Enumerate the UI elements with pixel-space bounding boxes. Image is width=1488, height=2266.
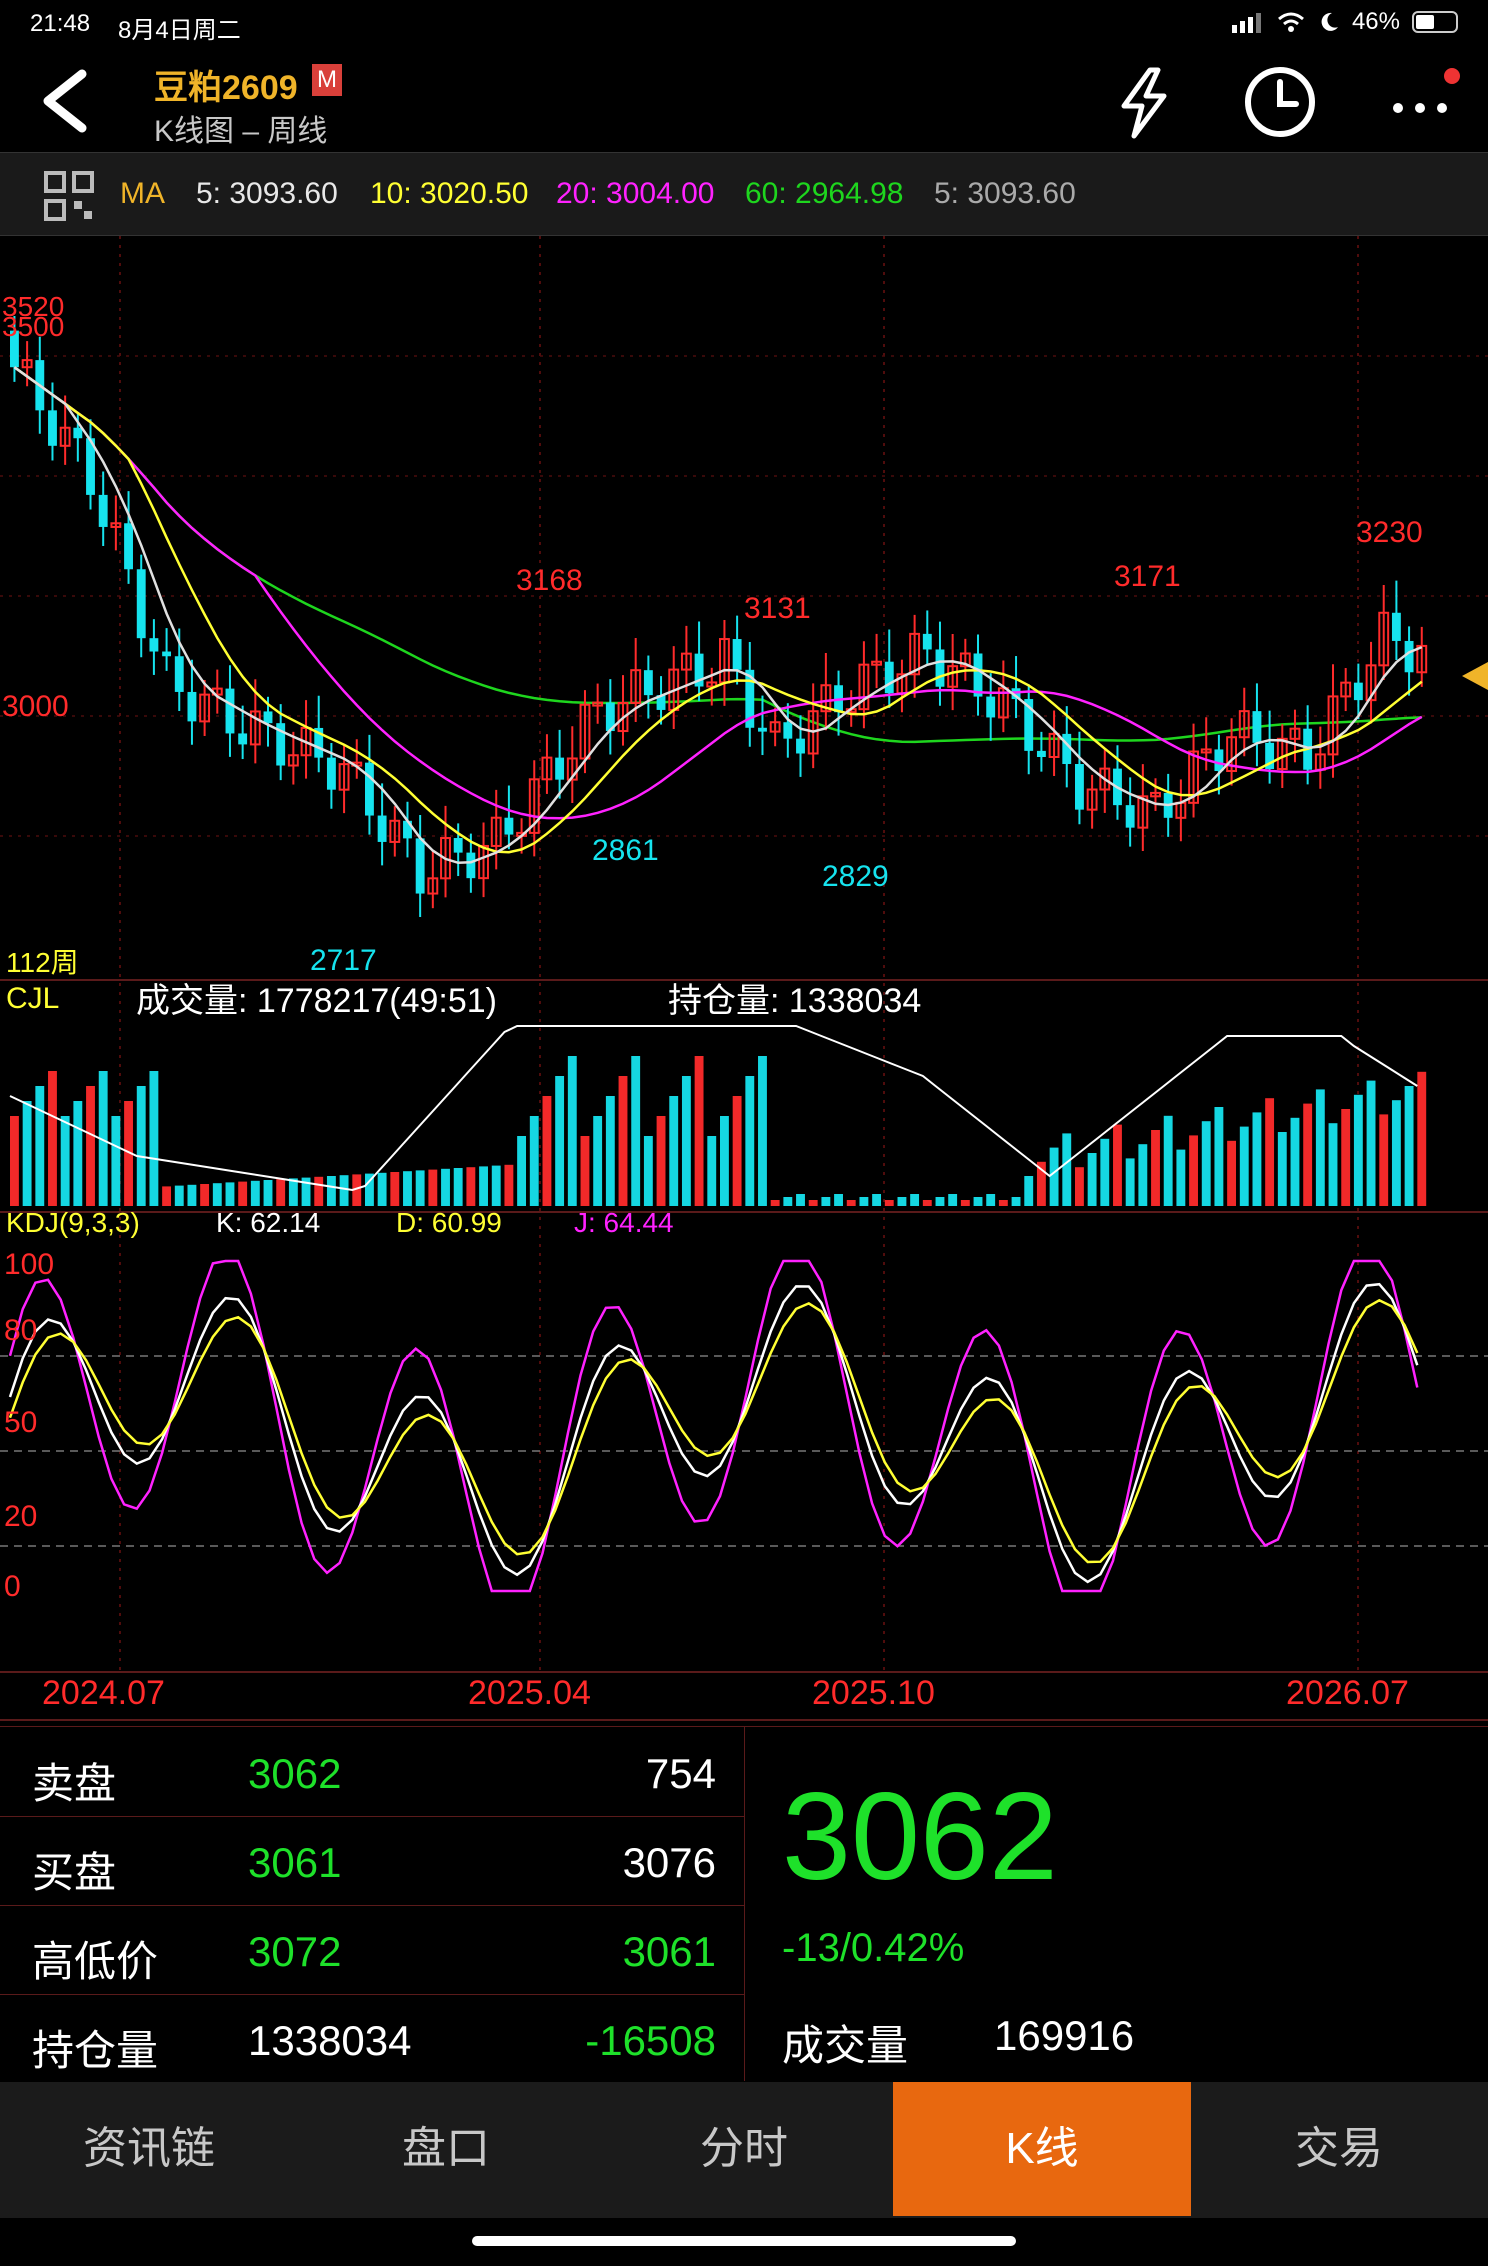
buy-label: 买盘 <box>32 1849 117 1896</box>
peak-label-3230: 3230 <box>1356 516 1423 549</box>
chart-subtitle: K线图 – 周线 <box>154 115 328 148</box>
sell-price: 3062 <box>248 1750 342 1797</box>
period-count-label: 112周 <box>6 947 79 978</box>
buy-qty: 3076 <box>622 1839 716 1886</box>
last-price: 3062 <box>782 1768 1058 1906</box>
status-date: 8月4日周二 <box>118 17 241 44</box>
status-time: 21:48 <box>30 10 91 37</box>
chart-grid <box>0 236 1488 1721</box>
buy-row: 买盘 3061 3076 <box>0 1817 744 1906</box>
kdj-j-value: J: 64.44 <box>574 1207 674 1238</box>
header: 豆粕2609 M K线图 – 周线 <box>0 50 1488 150</box>
trough-label-2829: 2829 <box>822 860 889 893</box>
price-change: -13/0.42% <box>782 1926 965 1970</box>
signal-icon <box>1231 13 1261 33</box>
open-interest-row: 持仓量 1338034 -16508 <box>0 1995 744 2083</box>
battery-percent: 46% <box>1351 8 1400 35</box>
more-icon[interactable] <box>1380 62 1460 142</box>
peak-label-3168: 3168 <box>516 564 583 597</box>
trough-label-2861: 2861 <box>592 834 659 867</box>
volume-panel-label: CJL <box>6 982 59 1015</box>
ma5-value: 5: 3093.60 <box>196 177 338 210</box>
ma-label: MA <box>120 177 165 210</box>
tab-intraday[interactable]: 分时 <box>595 2082 893 2216</box>
volume-bars <box>9 1025 1427 1206</box>
kdj-panel-label: KDJ(9,3,3) <box>6 1207 140 1238</box>
indicator-grid-icon[interactable] <box>42 169 96 223</box>
ma5b-value: 5: 3093.60 <box>934 177 1076 210</box>
ma-bar: MA 5: 3093.60 10: 3020.50 20: 3004.00 60… <box>0 152 1488 236</box>
open-interest-value: 1338034 <box>248 2017 412 2064</box>
peak-label-3131: 3131 <box>744 592 811 625</box>
kdj-axis-50: 50 <box>4 1406 37 1439</box>
volume-label: 成交量 <box>782 2022 909 2069</box>
buy-price: 3061 <box>248 1839 342 1886</box>
candlesticks <box>10 316 1428 917</box>
status-bar: 21:48 8月4日周二 46% <box>0 0 1488 48</box>
price-label-3500: 3500 <box>2 311 64 342</box>
ma20-value: 20: 3004.00 <box>556 177 715 210</box>
current-price-marker-lower <box>1462 676 1488 690</box>
ma10-value: 10: 3020.50 <box>370 177 529 210</box>
open-interest-change: -16508 <box>585 2017 716 2064</box>
sell-label: 卖盘 <box>32 1760 117 1807</box>
kdj-d-value: D: 60.99 <box>396 1207 502 1238</box>
tab-kline[interactable]: K线 <box>893 2082 1191 2216</box>
clock-icon[interactable] <box>1240 62 1320 142</box>
back-button[interactable] <box>34 68 94 134</box>
sell-qty: 754 <box>645 1750 716 1797</box>
contract-title: 豆粕2609 <box>154 69 298 107</box>
trough-label-2717: 2717 <box>310 944 377 977</box>
kdj-k-value: K: 62.14 <box>216 1207 320 1238</box>
volume-value: 169916 <box>994 2012 1135 2059</box>
market-badge: M <box>312 64 342 96</box>
date-label-2: 2025.04 <box>468 1674 591 1712</box>
bottom-tab-bar: 资讯链 盘口 分时 K线 交易 <box>0 2082 1488 2218</box>
moon-icon <box>1321 12 1338 31</box>
lightning-icon[interactable] <box>1104 62 1184 142</box>
kdj-axis-20: 20 <box>4 1500 37 1533</box>
high-low-row: 高低价 3072 3061 <box>0 1906 744 1995</box>
ma60-value: 60: 2964.98 <box>745 177 904 210</box>
sell-row: 卖盘 3062 754 <box>0 1728 744 1817</box>
high-price: 3072 <box>248 1928 342 1975</box>
open-interest-label: 持仓量 <box>32 2027 159 2074</box>
kdj-axis-80: 80 <box>4 1314 37 1347</box>
tab-trade[interactable]: 交易 <box>1190 2082 1488 2216</box>
date-label-3: 2025.10 <box>812 1674 935 1712</box>
open-interest-text: 持仓量: 1338034 <box>668 982 921 1020</box>
low-price: 3061 <box>622 1928 716 1975</box>
date-label-4: 2026.07 <box>1286 1674 1409 1712</box>
volume-text: 成交量: 1778217(49:51) <box>136 982 497 1020</box>
date-label-1: 2024.07 <box>42 1674 165 1712</box>
kdj-axis-0: 0 <box>4 1570 21 1603</box>
tab-order-book[interactable]: 盘口 <box>297 2082 595 2216</box>
ma-lines <box>13 366 1423 865</box>
kdj-axis-100: 100 <box>4 1248 54 1281</box>
wifi-icon <box>1277 12 1304 32</box>
current-price-marker <box>1462 662 1488 676</box>
chart-area[interactable]: 3520 3500 3000 3168 3131 3171 3230 2861 … <box>0 236 1488 1724</box>
peak-label-3171: 3171 <box>1114 560 1181 593</box>
tab-news-chain[interactable]: 资讯链 <box>0 2082 298 2216</box>
price-label-3000: 3000 <box>2 690 69 723</box>
battery-icon <box>1412 11 1458 33</box>
high-low-label: 高低价 <box>32 1938 159 1985</box>
kdj-lines <box>8 1259 1419 1593</box>
home-indicator <box>472 2236 1016 2246</box>
